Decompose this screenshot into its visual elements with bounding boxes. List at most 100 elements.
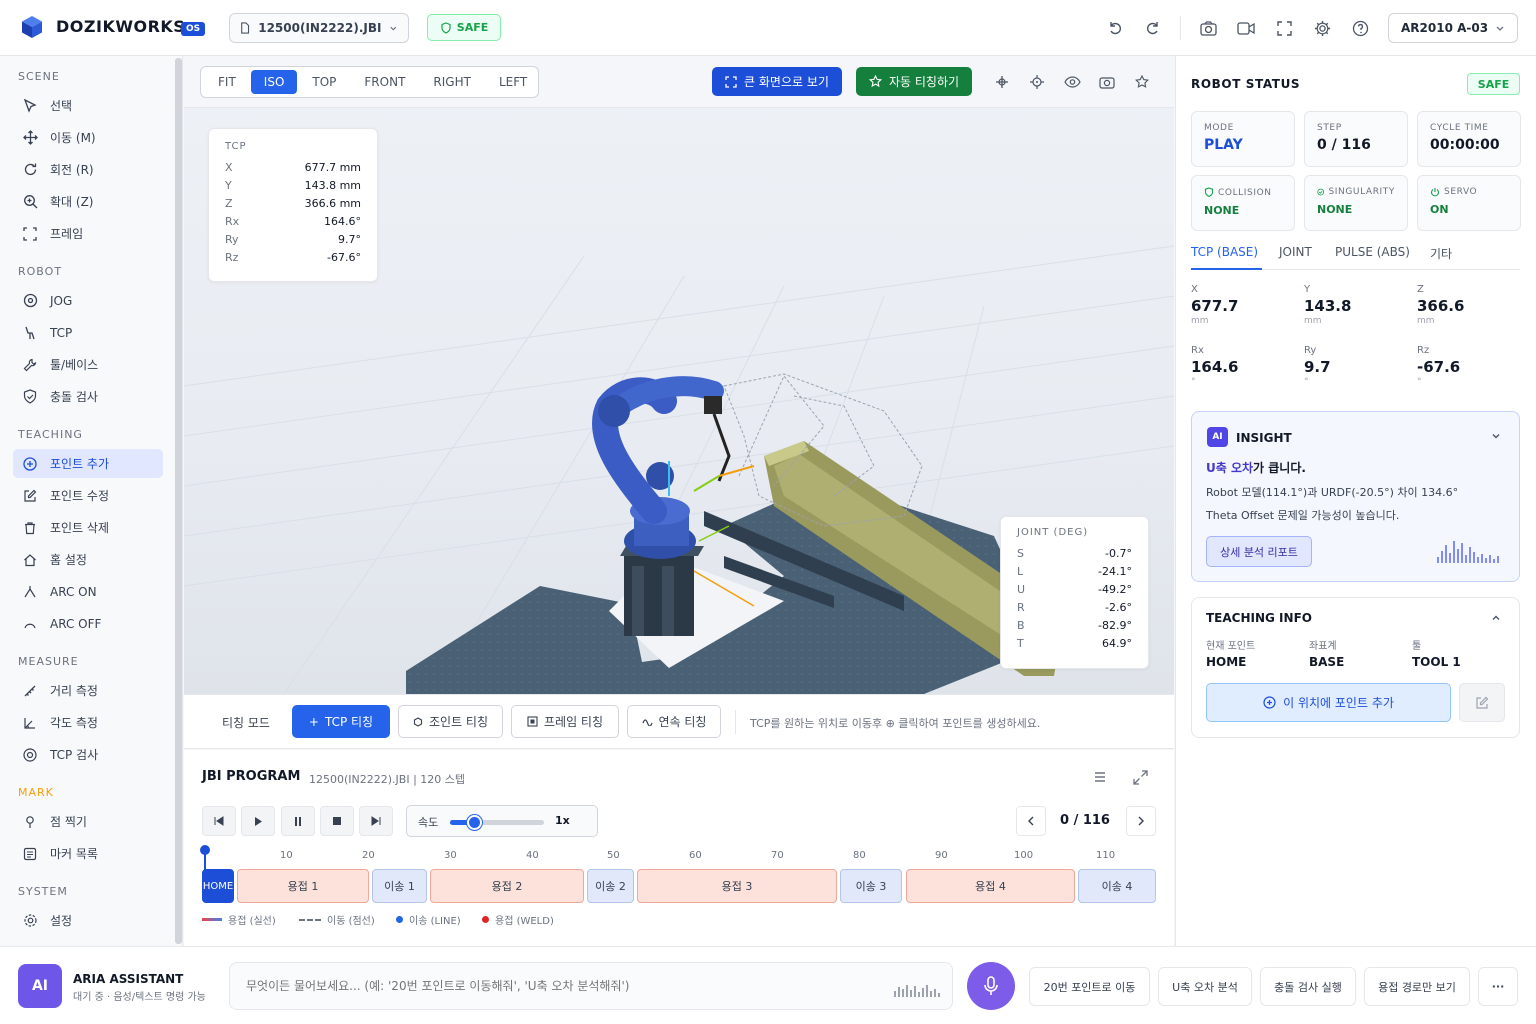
edit-point-button[interactable] xyxy=(1459,683,1505,722)
prev-step-button[interactable] xyxy=(1016,806,1046,836)
view-tab-fit[interactable]: FIT xyxy=(205,70,249,94)
sidebar-item-add-point[interactable]: 포인트 추가 xyxy=(13,449,163,478)
pause-button[interactable] xyxy=(281,806,315,836)
speed-slider-thumb[interactable] xyxy=(466,815,482,830)
tab-pulse-abs[interactable]: PULSE (ABS) xyxy=(1335,245,1410,259)
view-tab-front[interactable]: FRONT xyxy=(351,70,418,94)
more-actions-button[interactable]: ··· xyxy=(1478,967,1518,1006)
current-point-label: 현재 포인트 xyxy=(1206,641,1256,652)
step-card: STEP 0 / 116 xyxy=(1304,111,1408,167)
gear-icon[interactable] xyxy=(1311,17,1333,39)
speed-slider-track[interactable] xyxy=(450,815,544,830)
sidebar-item-collision-check[interactable]: 충돌 검사 xyxy=(13,382,163,411)
quick-action-u-axis-analysis[interactable]: U축 오차 분석 xyxy=(1158,967,1252,1006)
sidebar-item-distance[interactable]: 거리 측정 xyxy=(13,676,163,705)
chevron-up-icon[interactable] xyxy=(1490,612,1502,627)
sidebar-item-frame[interactable]: 프레임 xyxy=(13,219,163,248)
auto-teach-button[interactable]: 자동 티칭하기 xyxy=(856,67,972,96)
sidebar-item-label: 확대 (Z) xyxy=(50,195,94,209)
undo-icon[interactable] xyxy=(1104,17,1126,39)
timeline-segment-weld-4[interactable]: 용접 4 xyxy=(906,869,1075,903)
sidebar-item-settings[interactable]: 설정 xyxy=(13,906,163,935)
frame-teach-button[interactable]: 프레임 티칭 xyxy=(511,705,619,738)
tab-tcp-base[interactable]: TCP (BASE) xyxy=(1191,245,1258,259)
sidebar-item-move[interactable]: 이동 (M) xyxy=(13,123,163,152)
sidebar-item-marker-list[interactable]: 마커 목록 xyxy=(13,839,163,868)
target-icon xyxy=(22,747,38,763)
sidebar-item-edit-point[interactable]: 포인트 수정 xyxy=(13,481,163,510)
view-tab-left[interactable]: LEFT xyxy=(486,70,540,94)
timeline-segment-weld-2[interactable]: 용접 2 xyxy=(430,869,584,903)
next-step-button[interactable] xyxy=(1126,806,1156,836)
chevron-down-icon[interactable] xyxy=(1490,430,1502,445)
sidebar-item-tool-base[interactable]: 툴/베이스 xyxy=(13,350,163,379)
robot-model-select[interactable]: AR2010 A-03 xyxy=(1388,13,1518,43)
microphone-button[interactable] xyxy=(967,962,1015,1010)
sidebar-item-home-set[interactable]: 홈 설정 xyxy=(13,545,163,574)
view-tab-iso[interactable]: ISO xyxy=(250,70,298,94)
sidebar-item-arc-on[interactable]: ARC ON xyxy=(13,577,163,606)
skip-start-button[interactable] xyxy=(202,806,236,836)
fullscreen-view-button[interactable]: 큰 화면으로 보기 xyxy=(712,67,842,96)
sidebar-item-delete-point[interactable]: 포인트 삭제 xyxy=(13,513,163,542)
sidebar-item-label: 툴/베이스 xyxy=(50,358,99,372)
sidebar-item-place-marker[interactable]: 점 찍기 xyxy=(13,807,163,836)
assistant-chat-input[interactable] xyxy=(229,962,953,1010)
fullscreen-icon[interactable] xyxy=(1273,17,1295,39)
program-file-select[interactable]: 12500(IN2222).JBI xyxy=(229,13,409,43)
target-icon[interactable] xyxy=(1027,72,1047,92)
view-tab-right[interactable]: RIGHT xyxy=(420,70,484,94)
play-button[interactable] xyxy=(241,806,275,836)
joint-row-s: S -0.7° xyxy=(1017,544,1132,562)
detail-report-button[interactable]: 상세 분석 리포트 xyxy=(1206,536,1312,567)
sidebar-item-label: 홈 설정 xyxy=(50,553,87,567)
camera-icon[interactable] xyxy=(1197,17,1219,39)
video-icon[interactable] xyxy=(1235,17,1257,39)
screenshot-icon[interactable] xyxy=(1097,72,1117,92)
timeline-segment-home[interactable]: HOME xyxy=(202,869,234,903)
coord-label: Rz xyxy=(1417,345,1430,356)
redo-icon[interactable] xyxy=(1142,17,1164,39)
tcp-teach-button[interactable]: + TCP 티칭 xyxy=(292,705,390,738)
sidebar-item-tcp-check[interactable]: TCP 검사 xyxy=(13,740,163,769)
quick-action-weld-path-only[interactable]: 용접 경로만 보기 xyxy=(1364,967,1470,1006)
timeline-segment-move-1[interactable]: 이송 1 xyxy=(372,869,427,903)
sidebar-item-angle[interactable]: 각도 측정 xyxy=(13,708,163,737)
tcp-row-rx: Rx 164.6° xyxy=(225,212,361,230)
tab-joint[interactable]: JOINT xyxy=(1279,245,1312,259)
timeline-tick: 30 xyxy=(444,850,457,861)
timeline-segment-weld-3[interactable]: 용접 3 xyxy=(637,869,837,903)
tool-label: 툴 xyxy=(1412,641,1422,652)
microphone-icon xyxy=(984,976,998,995)
joint-overlay-card: JOINT (DEG) S -0.7° L -24.1° U -49.2° R -2.6… xyxy=(1000,516,1149,669)
sidebar-item-rotate[interactable]: 회전 (R) xyxy=(13,155,163,184)
sidebar-item-jog[interactable]: JOG xyxy=(13,286,163,315)
continuous-teach-button[interactable]: 연속 티칭 xyxy=(627,705,721,738)
joint-key: S xyxy=(1017,546,1024,560)
add-point-here-button[interactable]: 이 위치에 포인트 추가 xyxy=(1206,683,1451,722)
crosshair-icon[interactable] xyxy=(992,72,1012,92)
help-icon[interactable] xyxy=(1349,17,1371,39)
timeline-segment-move-2[interactable]: 이송 2 xyxy=(587,869,634,903)
coord-unit: ° xyxy=(1191,377,1196,387)
timeline-segment-move-4[interactable]: 이송 4 xyxy=(1078,869,1156,903)
expand-icon[interactable] xyxy=(1133,770,1148,788)
sidebar-item-select[interactable]: 선택 xyxy=(13,91,163,120)
sidebar-item-tcp[interactable]: TCP xyxy=(13,318,163,347)
insight-highlight: U축 오차 xyxy=(1206,461,1254,475)
stop-button[interactable] xyxy=(320,806,354,836)
joint-teach-button[interactable]: 조인트 티칭 xyxy=(398,705,503,738)
sidebar-item-zoom[interactable]: 확대 (Z) xyxy=(13,187,163,216)
sidebar-scrollbar[interactable] xyxy=(175,58,182,944)
timeline-segment-move-3[interactable]: 이송 3 xyxy=(840,869,902,903)
skip-end-button[interactable] xyxy=(359,806,393,836)
favorite-star-icon[interactable] xyxy=(1132,72,1152,92)
sidebar-item-arc-off[interactable]: ARC OFF xyxy=(13,609,163,638)
quick-action-move-point-20[interactable]: 20번 포인트로 이동 xyxy=(1029,967,1150,1006)
menu-icon[interactable] xyxy=(1092,770,1108,787)
timeline-segment-weld-1[interactable]: 용접 1 xyxy=(237,869,369,903)
quick-action-collision-check[interactable]: 충돌 검사 실행 xyxy=(1260,967,1356,1006)
tab-etc[interactable]: 기타 xyxy=(1430,245,1452,262)
view-tab-top[interactable]: TOP xyxy=(299,70,349,94)
eye-icon[interactable] xyxy=(1062,72,1082,92)
